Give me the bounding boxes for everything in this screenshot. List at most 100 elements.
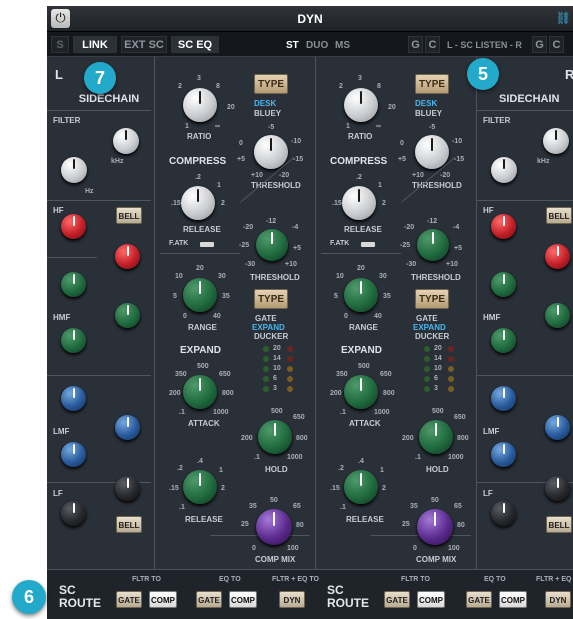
- comp-mix-knob[interactable]: [256, 509, 292, 545]
- hmf-freq-knob[interactable]: [545, 303, 570, 328]
- lf-gain-knob[interactable]: [61, 501, 86, 526]
- desk-mode-label[interactable]: DESK: [415, 99, 437, 108]
- gate-threshold-knob[interactable]: [417, 229, 449, 261]
- callout-badge-7: 7: [84, 62, 116, 94]
- sc-listen-label[interactable]: L - SC LISTEN - R: [447, 40, 522, 50]
- hold-tick: .1: [415, 454, 421, 461]
- hf-freq-knob[interactable]: [115, 244, 140, 269]
- gate-mode-label[interactable]: GATE: [416, 314, 438, 323]
- s-button[interactable]: S: [51, 36, 69, 53]
- desk-mode-label[interactable]: DESK: [254, 99, 276, 108]
- left-fltr-comp-button[interactable]: COMP: [149, 591, 177, 608]
- gate-threshold-tick: -4: [292, 224, 299, 231]
- range-knob[interactable]: [344, 278, 378, 312]
- hf-freq-knob[interactable]: [545, 244, 570, 269]
- lmf-freq-knob[interactable]: [545, 415, 570, 440]
- gate-release-knob[interactable]: [344, 470, 378, 504]
- range-tick: 5: [173, 293, 177, 300]
- gate-type-button[interactable]: TYPE: [254, 289, 288, 309]
- lowpass-filter-knob[interactable]: [543, 128, 569, 154]
- lf-bell-button[interactable]: BELL: [546, 516, 572, 533]
- gate-mode-label[interactable]: GATE: [255, 314, 277, 323]
- link-icon[interactable]: ⛓: [556, 11, 571, 25]
- mix-tick: 80: [457, 522, 465, 529]
- lf-bell-button[interactable]: BELL: [116, 516, 142, 533]
- meter-led: [263, 376, 269, 382]
- hmf-q-knob[interactable]: [491, 328, 516, 353]
- gate-type-button[interactable]: TYPE: [415, 289, 449, 309]
- gate-release-knob[interactable]: [183, 470, 217, 504]
- hmf-gain-knob[interactable]: [61, 272, 86, 297]
- right-c-button[interactable]: C: [549, 36, 564, 53]
- hold-knob[interactable]: [419, 420, 453, 454]
- link-button[interactable]: LINK: [73, 36, 117, 53]
- ratio-knob[interactable]: [344, 88, 378, 122]
- left-eq-gate-button[interactable]: GATE: [196, 591, 222, 608]
- fatk-switch[interactable]: [200, 242, 214, 247]
- duo-mode[interactable]: DUO: [306, 40, 328, 51]
- mix-tick: 50: [431, 497, 439, 504]
- lf-freq-knob[interactable]: [115, 476, 140, 501]
- comp-type-button[interactable]: TYPE: [254, 74, 288, 94]
- ducker-mode-label[interactable]: DUCKER: [415, 332, 449, 341]
- lmf-freq-knob[interactable]: [115, 415, 140, 440]
- right-g-button[interactable]: G: [532, 36, 547, 53]
- mix-tick: 0: [413, 545, 417, 552]
- expand-mode-label[interactable]: EXPAND: [413, 323, 446, 332]
- bluey-mode-label[interactable]: BLUEY: [415, 109, 442, 118]
- lf-gain-knob[interactable]: [491, 501, 516, 526]
- attack-knob[interactable]: [183, 375, 217, 409]
- lmf-q-knob[interactable]: [491, 442, 516, 467]
- gate-threshold-tick: -12: [427, 218, 438, 225]
- lmf-q-knob[interactable]: [61, 442, 86, 467]
- left-fltr-eq-dyn-button[interactable]: DYN: [279, 591, 305, 608]
- left-eq-comp-button[interactable]: COMP: [229, 591, 257, 608]
- hf-gain-knob[interactable]: [491, 214, 516, 239]
- attack-knob[interactable]: [344, 375, 378, 409]
- left-eq-to-label: EQ TO: [219, 576, 241, 583]
- comp-mix-knob[interactable]: [417, 509, 453, 545]
- hold-knob[interactable]: [258, 420, 292, 454]
- left-g-button[interactable]: G: [408, 36, 423, 53]
- left-c-button[interactable]: C: [425, 36, 440, 53]
- left-fltr-gate-button[interactable]: GATE: [116, 591, 142, 608]
- gate-threshold-knob[interactable]: [256, 229, 288, 261]
- hf-bell-button[interactable]: BELL: [546, 207, 572, 224]
- ratio-knob[interactable]: [183, 88, 217, 122]
- right-fltr-gate-button[interactable]: GATE: [384, 591, 410, 608]
- hmf-gain-knob[interactable]: [491, 272, 516, 297]
- hmf-q-knob[interactable]: [61, 328, 86, 353]
- hmf-freq-knob[interactable]: [115, 303, 140, 328]
- highpass-filter-knob[interactable]: [491, 157, 517, 183]
- comp-release-knob[interactable]: [181, 186, 215, 220]
- lmf-gain-knob[interactable]: [491, 386, 516, 411]
- ducker-mode-label[interactable]: DUCKER: [254, 332, 288, 341]
- meter-led: [448, 376, 454, 382]
- lowpass-filter-knob[interactable]: [113, 128, 139, 154]
- right-eq-comp-button[interactable]: COMP: [499, 591, 527, 608]
- ext-sc-button[interactable]: EXT SC: [121, 36, 167, 53]
- sc-eq-button[interactable]: SC EQ: [171, 36, 219, 53]
- lmf-gain-knob[interactable]: [61, 386, 86, 411]
- lf-freq-knob[interactable]: [545, 476, 570, 501]
- comp-threshold-knob[interactable]: [415, 135, 449, 169]
- ratio-tick: 1: [346, 123, 350, 130]
- expand-mode-label[interactable]: EXPAND: [252, 323, 285, 332]
- meter-led: [287, 366, 293, 372]
- fatk-switch[interactable]: [361, 242, 375, 247]
- range-knob[interactable]: [183, 278, 217, 312]
- comp-type-button[interactable]: TYPE: [415, 74, 449, 94]
- bluey-mode-label[interactable]: BLUEY: [254, 109, 281, 118]
- right-fltr-eq-dyn-button[interactable]: DYN: [545, 591, 571, 608]
- ms-mode[interactable]: MS: [335, 40, 350, 51]
- hf-gain-knob[interactable]: [61, 214, 86, 239]
- right-eq-gate-button[interactable]: GATE: [466, 591, 492, 608]
- hf-bell-button[interactable]: BELL: [116, 207, 142, 224]
- comp-threshold-knob[interactable]: [254, 135, 288, 169]
- threshold-tick: 0: [239, 140, 243, 147]
- right-fltr-comp-button[interactable]: COMP: [417, 591, 445, 608]
- st-mode[interactable]: ST: [286, 40, 299, 51]
- highpass-filter-knob[interactable]: [61, 157, 87, 183]
- gate-release-tick: .2: [177, 465, 183, 472]
- comp-release-knob[interactable]: [342, 186, 376, 220]
